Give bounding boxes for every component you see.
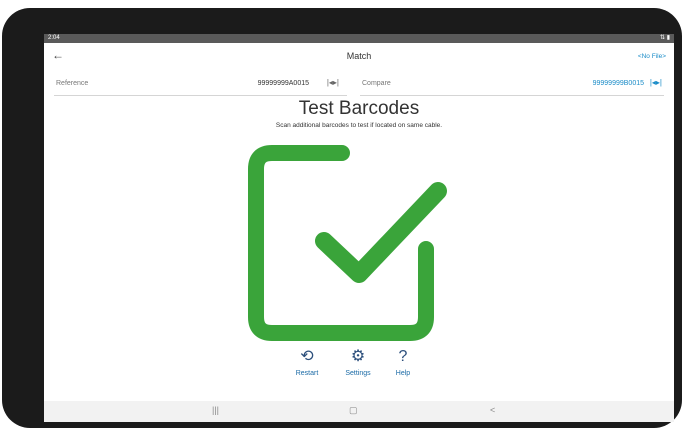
screen: 2:04 ⇅ ▮ ← Match <No File> Reference 999… xyxy=(44,34,674,422)
restart-icon: ⟲ xyxy=(300,348,314,365)
help-button[interactable]: ? Help xyxy=(380,346,426,377)
checkmark-icon xyxy=(248,145,447,341)
reference-field[interactable]: Reference 99999999A0015 |◂▸| xyxy=(54,73,347,96)
app-bar: ← Match <No File> xyxy=(44,43,674,73)
file-selector[interactable]: <No File> xyxy=(638,53,666,60)
reference-scan-icon[interactable]: |◂▸| xyxy=(327,78,339,87)
compare-label: Compare xyxy=(362,80,391,87)
status-time: 2:04 xyxy=(48,35,60,41)
system-nav-bar: ||| ▢ < xyxy=(44,401,674,422)
recent-apps-icon[interactable]: ||| xyxy=(212,405,219,415)
settings-label: Settings xyxy=(345,370,371,377)
reference-label: Reference xyxy=(56,80,89,87)
nav-back-icon[interactable]: < xyxy=(490,405,495,415)
page-title: Match xyxy=(346,51,372,61)
settings-button[interactable]: ⚙ Settings xyxy=(335,346,381,377)
status-bar: 2:04 ⇅ ▮ xyxy=(44,34,674,43)
restart-label: Restart xyxy=(295,370,319,377)
restart-button[interactable]: ⟲ Restart xyxy=(284,346,330,377)
barcode-fields-row: Reference 99999999A0015 |◂▸| Compare 999… xyxy=(44,73,674,96)
bottom-actions: ⟲ Restart ⚙ Settings ? Help xyxy=(44,346,674,396)
help-icon: ? xyxy=(398,348,408,365)
status-icons: ⇅ ▮ xyxy=(660,35,670,41)
gear-icon: ⚙ xyxy=(350,348,366,365)
subtext: Scan additional barcodes to test if loca… xyxy=(275,122,443,129)
compare-scan-icon[interactable]: |◂▸| xyxy=(650,78,662,87)
heading: Test Barcodes xyxy=(298,98,420,119)
help-label: Help xyxy=(395,370,411,377)
home-icon[interactable]: ▢ xyxy=(349,405,358,416)
compare-value: 99999999B0015 xyxy=(592,80,644,87)
tablet-bezel: 2:04 ⇅ ▮ ← Match <No File> Reference 999… xyxy=(2,8,682,428)
reference-value: 99999999A0015 xyxy=(257,80,309,87)
compare-field[interactable]: Compare 99999999B0015 |◂▸| xyxy=(360,73,664,96)
